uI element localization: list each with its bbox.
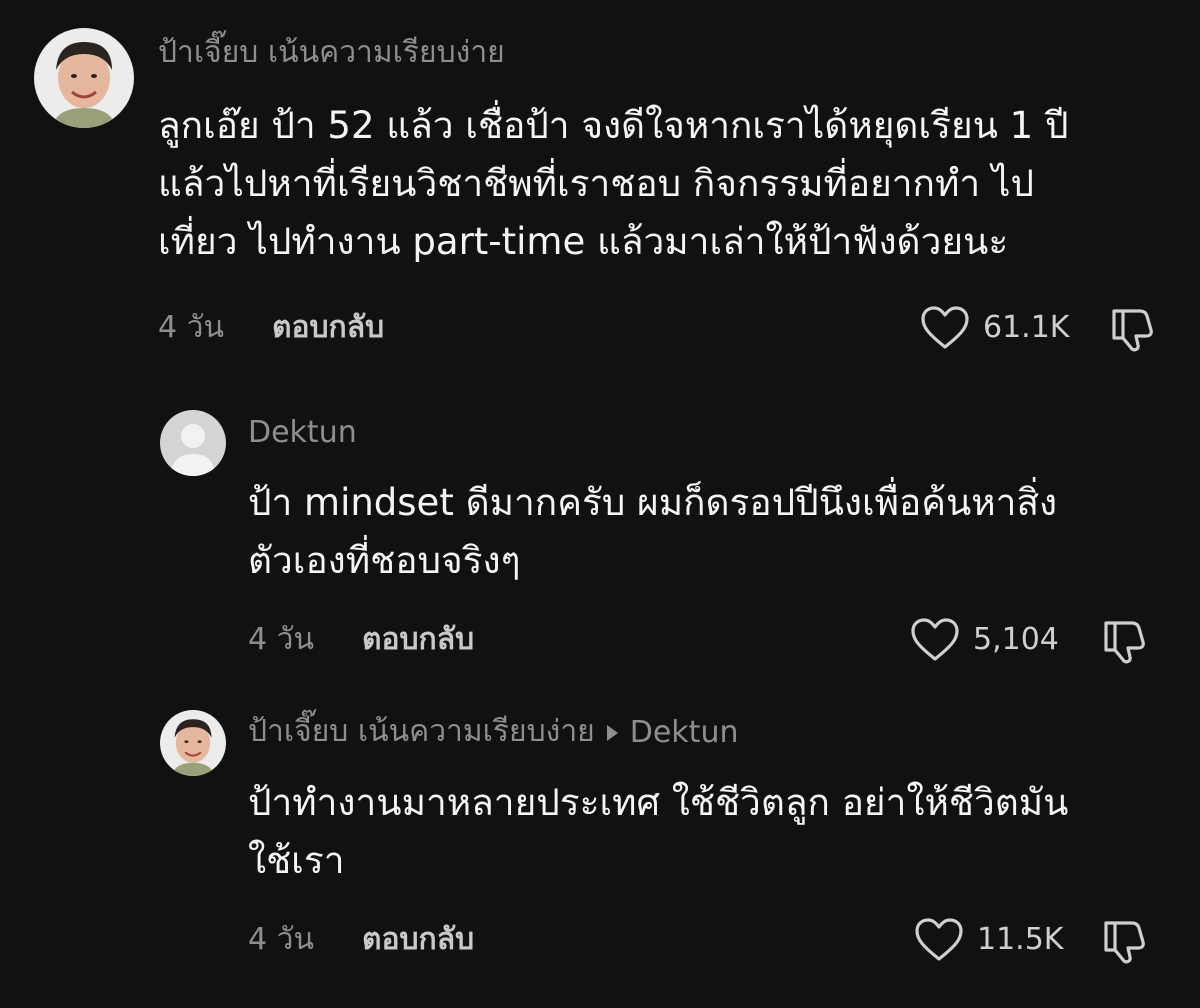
username[interactable]: ป้าเจี๊ยบ เน้นความเรียบง่าย <box>248 714 595 749</box>
username[interactable]: Dektun <box>248 413 357 453</box>
comment-time: 4 วัน <box>248 922 314 957</box>
reply-target[interactable]: Dektun <box>606 713 739 753</box>
like-count: 11.5K <box>977 922 1064 957</box>
comment-thread: ป้าเจี๊ยบ เน้นความเรียบง่าย ลูกเอ๊ย ป้า … <box>0 0 1200 1008</box>
dislike-icon[interactable] <box>1108 305 1158 353</box>
username[interactable]: ป้าเจี๊ยบ เน้นความเรียบง่าย <box>158 33 505 73</box>
comment-time: 4 วัน <box>158 310 224 345</box>
avatar[interactable] <box>160 710 226 776</box>
like-count: 5,104 <box>973 622 1059 657</box>
dislike-icon[interactable] <box>1100 617 1150 665</box>
username-row: ป้าเจี๊ยบ เน้นความเรียบง่าย Dektun <box>248 712 738 753</box>
avatar[interactable] <box>160 410 226 476</box>
reply-arrow-icon <box>606 725 618 741</box>
user-photo-avatar-icon <box>34 28 134 128</box>
reply-button[interactable]: ตอบกลับ <box>362 920 474 960</box>
user-photo-avatar-icon <box>160 710 226 776</box>
comment-text: ป้าทำงานมาหลายประเทศ ใช้ชีวิตลูก อย่าให้… <box>248 781 1069 882</box>
heart-icon[interactable] <box>914 918 964 962</box>
reply-button[interactable]: ตอบกลับ <box>362 620 474 660</box>
comment-text: ลูกเอ๊ย ป้า 52 แล้ว เชื่อป้า จงดีใจหากเร… <box>158 104 1069 263</box>
comment-text: ป้า mindset ดีมากครับ ผมก็ดรอปปีนึงเพื่อ… <box>248 481 1058 582</box>
reply-target-username: Dektun <box>629 715 739 750</box>
dislike-icon[interactable] <box>1100 917 1150 965</box>
heart-icon[interactable] <box>920 306 970 350</box>
default-user-avatar-icon <box>160 410 226 476</box>
comment-time: 4 วัน <box>248 622 314 657</box>
avatar[interactable] <box>34 28 134 128</box>
reply-button[interactable]: ตอบกลับ <box>272 308 384 348</box>
like-count: 61.1K <box>983 310 1070 345</box>
heart-icon[interactable] <box>910 618 960 662</box>
